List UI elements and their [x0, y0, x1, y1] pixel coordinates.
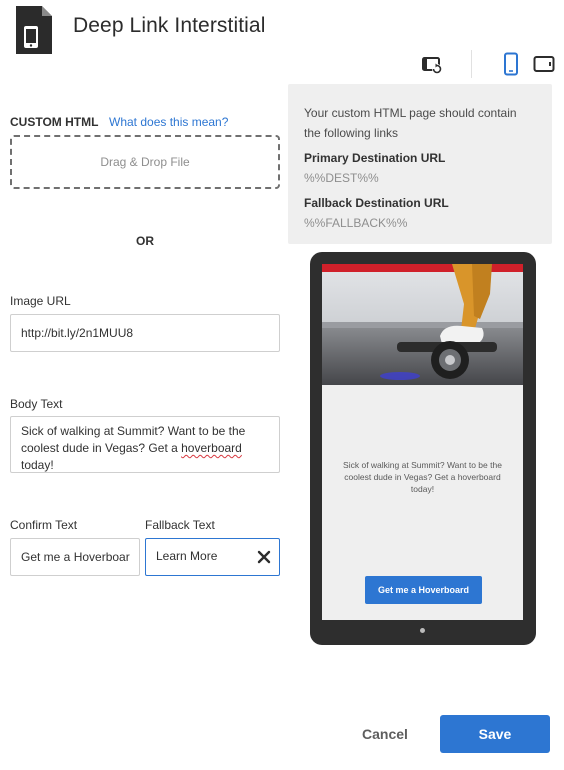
body-text-label: Body Text [10, 397, 63, 411]
hero-image [322, 264, 523, 385]
phone-preview-screen: Sick of walking at Summit? Want to be th… [322, 264, 523, 620]
primary-destination-label: Primary Destination URL [304, 151, 446, 165]
file-dropzone[interactable]: Drag & Drop File [10, 135, 280, 189]
preview-body-text: Sick of walking at Summit? Want to be th… [343, 460, 502, 494]
dropzone-label: Drag & Drop File [100, 155, 190, 169]
rotate-device-icon[interactable] [420, 52, 444, 76]
cancel-button[interactable]: Cancel [358, 716, 412, 752]
tooltip-intro: Your custom HTML page should contain the… [304, 106, 517, 140]
confirm-text-input[interactable]: Get me a Hoverboar [10, 538, 140, 576]
confirm-text-label: Confirm Text [10, 518, 78, 532]
tablet-landscape-icon[interactable] [533, 55, 555, 73]
phone-portrait-icon[interactable] [501, 52, 521, 76]
preview-confirm-button[interactable]: Get me a Hoverboard [365, 576, 482, 604]
help-link[interactable]: What does this mean? [109, 115, 228, 129]
fallback-text-label: Fallback Text [145, 518, 215, 532]
image-url-label: Image URL [10, 294, 71, 308]
html-links-tooltip: Your custom HTML page should contain the… [288, 84, 552, 244]
page-title: Deep Link Interstitial [73, 14, 266, 37]
toolbar-divider [471, 50, 472, 78]
fallback-destination-value: %%FALLBACK%% [304, 216, 408, 230]
save-button[interactable]: Save [440, 715, 550, 753]
mobile-document-icon [16, 6, 52, 54]
fallback-destination-label: Fallback Destination URL [304, 196, 449, 210]
or-divider: OR [136, 234, 154, 248]
close-icon[interactable] [256, 549, 272, 565]
body-text-part: today! [21, 458, 54, 472]
home-indicator [420, 628, 425, 633]
primary-destination-value: %%DEST%% [304, 171, 379, 185]
custom-html-label: CUSTOM HTML [10, 115, 99, 129]
body-text-area[interactable]: Sick of walking at Summit? Want to be th… [10, 416, 280, 473]
misspelled-word: hoverboard [181, 441, 242, 455]
image-url-input[interactable]: http://bit.ly/2n1MUU8 [10, 314, 280, 352]
